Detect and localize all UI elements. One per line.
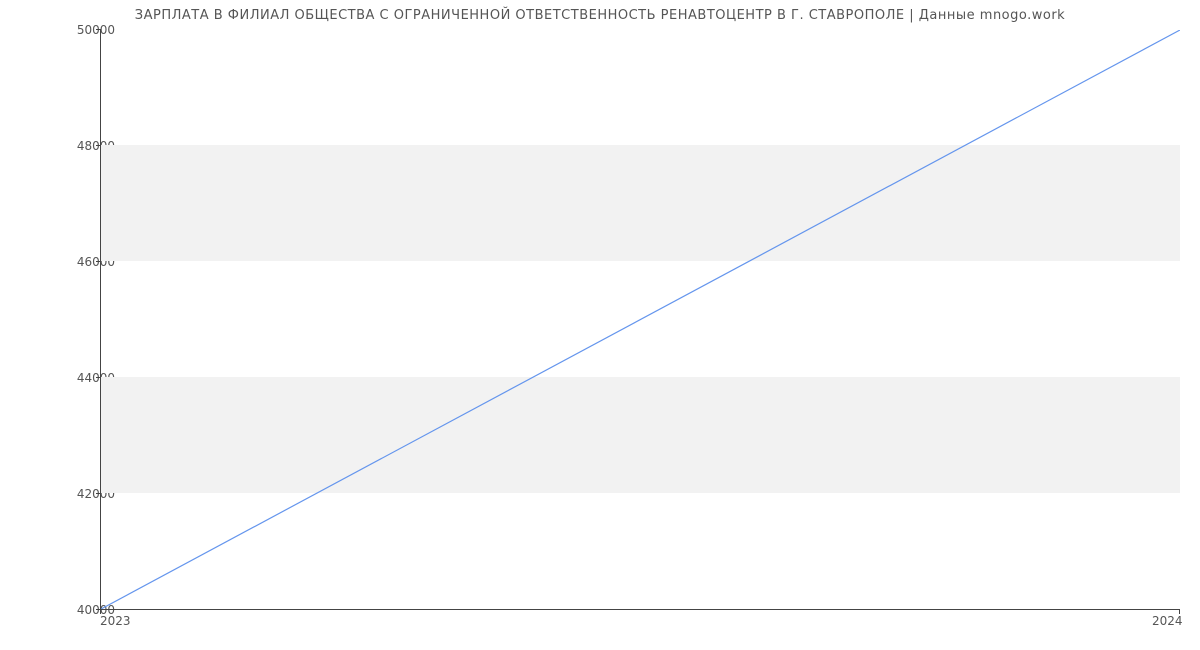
x-tick-label: 2023 [100, 614, 131, 628]
y-tick-mark [96, 261, 101, 262]
grid-band [101, 145, 1180, 261]
y-tick-mark [96, 493, 101, 494]
plot-area [100, 30, 1180, 610]
y-tick-mark [96, 29, 101, 30]
y-tick-mark [96, 377, 101, 378]
chart-container: ЗАРПЛАТА В ФИЛИАЛ ОБЩЕСТВА С ОГРАНИЧЕННО… [0, 0, 1200, 650]
line-series [101, 30, 1180, 609]
chart-title: ЗАРПЛАТА В ФИЛИАЛ ОБЩЕСТВА С ОГРАНИЧЕННО… [0, 8, 1200, 23]
grid-band [101, 377, 1180, 493]
line-path [101, 30, 1180, 609]
x-tick-label: 2024 [1152, 614, 1183, 628]
y-tick-mark [96, 145, 101, 146]
